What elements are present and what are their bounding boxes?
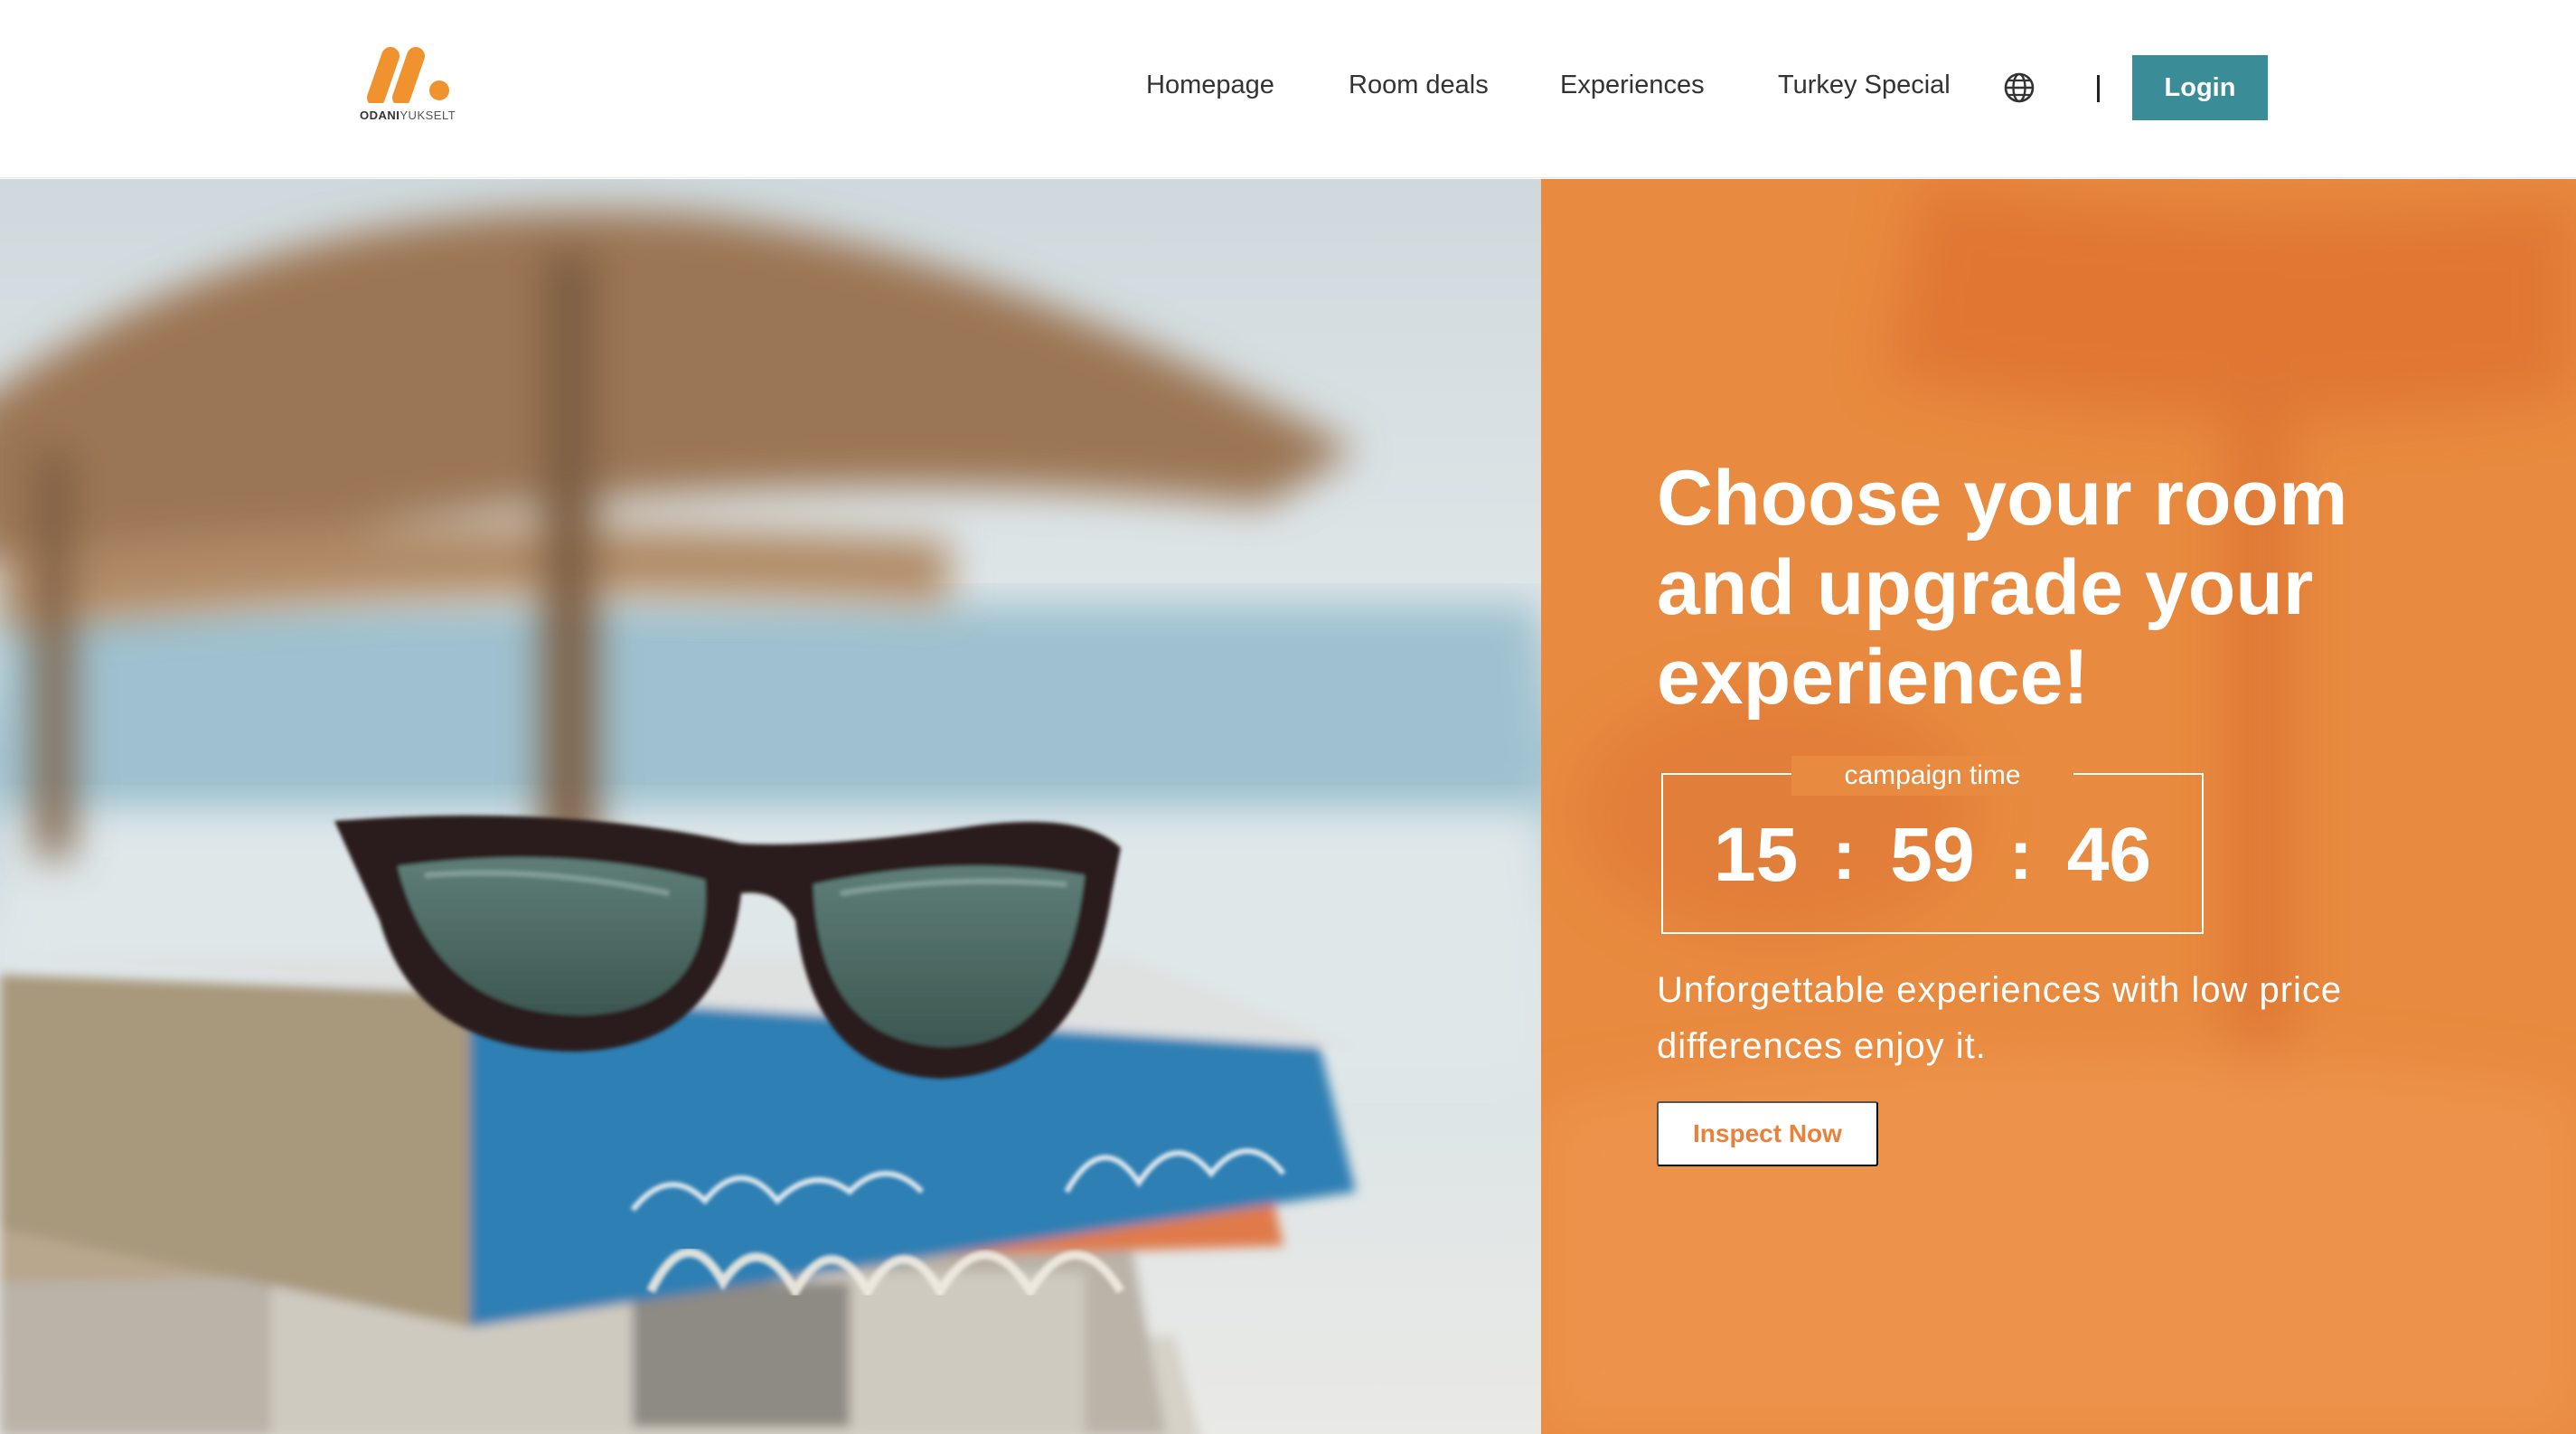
logo-icon — [367, 47, 449, 103]
globe-icon[interactable] — [2003, 71, 2035, 104]
logo-wordmark: ODANIYUKSELT — [360, 108, 456, 122]
timer-digits: 15 : 59 : 46 — [1661, 809, 2204, 900]
nav-turkey-special[interactable]: Turkey Special — [1778, 71, 1951, 100]
nav-experiences[interactable]: Experiences — [1560, 71, 1705, 100]
timer-seconds: 46 — [2066, 811, 2152, 897]
timer-separator: : — [2008, 814, 2033, 894]
site-header: ODANIYUKSELT Homepage Room deals Experie… — [0, 0, 2576, 178]
inspect-now-button[interactable]: Inspect Now — [1657, 1101, 1878, 1166]
hero-photo — [0, 179, 1541, 1434]
nav-room-deals[interactable]: Room deals — [1349, 71, 1489, 100]
nav-divider — [2097, 75, 2100, 102]
sunglasses-on-books-photo-icon — [0, 210, 1541, 1434]
logo-name-light: YUKSELT — [400, 108, 456, 122]
hero-subtitle: Unforgettable experiences with low price… — [1657, 970, 2343, 1066]
timer-hours: 15 — [1713, 811, 1799, 897]
logo[interactable]: ODANIYUKSELT — [360, 47, 459, 125]
nav-homepage[interactable]: Homepage — [1146, 71, 1274, 100]
timer-separator: : — [1832, 814, 1857, 894]
timer-minutes: 59 — [1890, 811, 1975, 897]
login-button[interactable]: Login — [2132, 55, 2268, 120]
hero-title: Choose your room and upgrade your experi… — [1657, 455, 2348, 721]
timer-label: campaign time — [1791, 756, 2073, 796]
logo-name-bold: ODANI — [360, 108, 400, 122]
